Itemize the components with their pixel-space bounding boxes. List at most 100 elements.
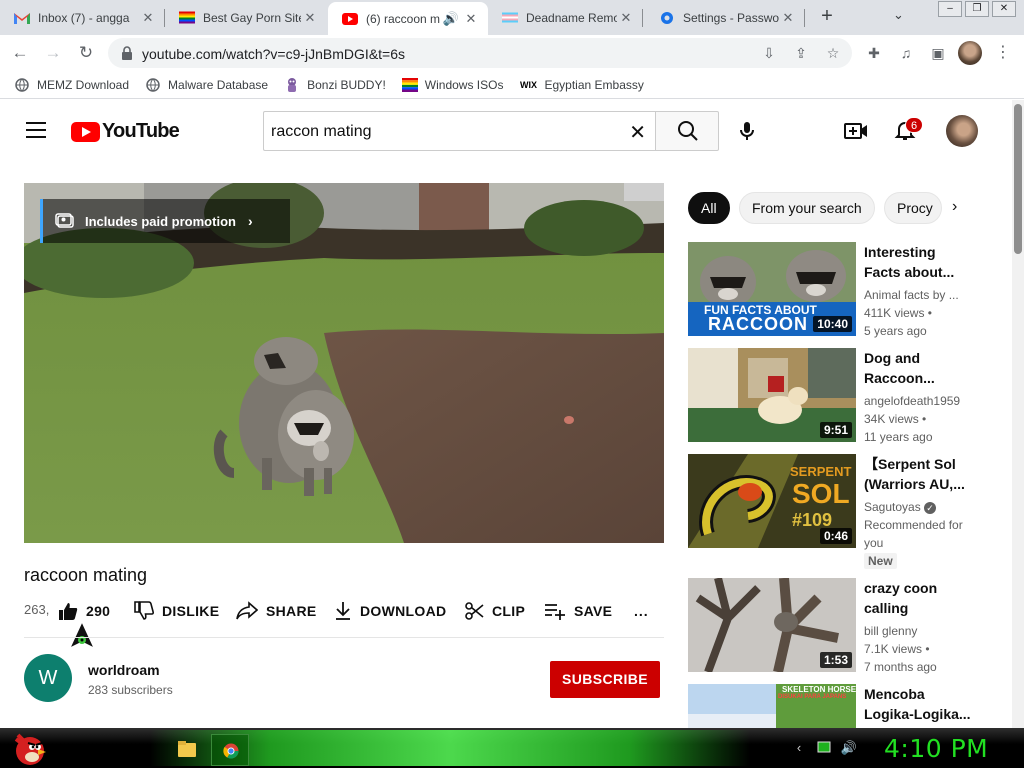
recommendation-item[interactable]: SKELETON HORSE DISUKAI PARA JAPANS Menco…: [688, 684, 988, 728]
chrome-taskbar-button[interactable]: [211, 734, 249, 766]
forward-button[interactable]: →: [41, 41, 65, 65]
recommendation-title[interactable]: Dog and Raccoon...: [864, 348, 974, 388]
tab-settings[interactable]: Settings - Passwo ✕: [645, 0, 805, 35]
address-bar[interactable]: youtube.com/watch?v=c9-jJnBmDGI&t=6s ⇩ ⇪…: [108, 38, 852, 68]
recommendation-reason: Recommended for: [864, 518, 963, 532]
thumbs-down-icon: [134, 601, 154, 620]
thumbnail-caption: DISUKAI PARA JAPANS: [778, 694, 847, 700]
recommendation-title[interactable]: Mencoba Logika-Logika...: [864, 684, 974, 724]
new-tab-button[interactable]: +: [815, 5, 839, 29]
profile-avatar[interactable]: [958, 41, 982, 65]
microphone-icon[interactable]: [736, 120, 758, 142]
media-control-icon[interactable]: ♫: [896, 43, 916, 63]
window-controls: – ❐ ✕: [935, 1, 1016, 17]
recommendation-channel[interactable]: bill glenny: [864, 622, 917, 640]
browser-menu-icon[interactable]: ⋮: [995, 42, 1011, 62]
recommendation-item[interactable]: SERPENT SOL #109 0:46 【Serpent Sol (Warri…: [688, 454, 988, 572]
video-thumbnail[interactable]: SKELETON HORSE DISUKAI PARA JAPANS: [688, 684, 856, 728]
channel-avatar[interactable]: W: [24, 654, 72, 702]
start-button-angry-bird-icon[interactable]: [8, 731, 48, 767]
create-video-icon[interactable]: [844, 120, 868, 142]
maximize-button[interactable]: ❐: [965, 1, 989, 17]
close-icon[interactable]: ✕: [617, 10, 635, 26]
battery-icon[interactable]: [816, 740, 834, 758]
bookmark-item[interactable]: WIX Egyptian Embassy: [519, 77, 644, 93]
volume-icon[interactable]: 🔊: [840, 740, 858, 758]
paid-promotion-banner[interactable]: Includes paid promotion ›: [40, 199, 290, 243]
channel-name[interactable]: worldroam: [88, 662, 160, 678]
taskbar-clock[interactable]: 4:10 PM: [884, 734, 988, 763]
bookmark-item[interactable]: Bonzi BUDDY!: [284, 77, 386, 93]
show-hidden-icons-chevron-icon[interactable]: ‹: [790, 740, 808, 758]
video-thumbnail[interactable]: SERPENT SOL #109 0:46: [688, 454, 856, 548]
chip-from-your-search[interactable]: From your search: [739, 192, 875, 224]
subscribe-button[interactable]: SUBSCRIBE: [550, 661, 660, 698]
back-button[interactable]: ←: [8, 41, 32, 65]
recommendation-title[interactable]: Interesting Facts about...: [864, 242, 974, 282]
bookmark-star-icon[interactable]: ☆: [824, 44, 842, 62]
bookmark-label: Malware Database: [168, 77, 269, 92]
recommendation-channel[interactable]: Animal facts by ...: [864, 286, 959, 304]
close-window-button[interactable]: ✕: [992, 1, 1016, 17]
file-explorer-icon[interactable]: [168, 734, 206, 766]
save-button[interactable]: SAVE: [544, 598, 612, 624]
reload-button[interactable]: ↻: [74, 41, 98, 65]
bookmark-item[interactable]: Windows ISOs: [401, 77, 503, 93]
clip-button[interactable]: CLIP: [464, 598, 525, 624]
share-button[interactable]: SHARE: [236, 598, 317, 624]
video-thumbnail[interactable]: 9:51: [688, 348, 856, 442]
close-icon[interactable]: ✕: [139, 10, 157, 26]
bookmark-label: MEMZ Download: [37, 77, 130, 92]
menu-icon[interactable]: [26, 122, 46, 138]
video-thumbnail[interactable]: 1:53: [688, 578, 856, 672]
globe-icon: [14, 77, 30, 93]
tab-gmail[interactable]: Inbox (7) - angga ✕: [0, 0, 165, 35]
recommendation-title[interactable]: crazy coon calling: [864, 578, 974, 618]
close-icon[interactable]: ✕: [779, 10, 797, 26]
search-button[interactable]: [655, 111, 719, 151]
page-scrollbar[interactable]: [1012, 100, 1024, 728]
dislike-button[interactable]: DISLIKE: [134, 598, 219, 624]
search-input[interactable]: raccon mating: [271, 123, 372, 141]
trans-flag-icon: [502, 10, 518, 26]
chip-procy[interactable]: Procy: [884, 192, 942, 224]
recommendation-item[interactable]: 9:51 Dog and Raccoon... angelofdeath1959 …: [688, 348, 988, 448]
chip-all[interactable]: All: [688, 192, 730, 224]
bookmark-item[interactable]: MEMZ Download: [14, 77, 129, 93]
extensions-icon[interactable]: ✚: [864, 43, 884, 63]
tab-best-site[interactable]: Best Gay Porn Site ✕: [165, 0, 327, 35]
recommendation-item[interactable]: 1:53 crazy coon calling bill glenny 7.1K …: [688, 578, 988, 678]
search-box[interactable]: raccon mating ✕: [263, 111, 656, 151]
globe-icon: [145, 77, 161, 93]
video-thumbnail[interactable]: FUN FACTS ABOUT RACCOON 10:40: [688, 242, 856, 336]
recommendation-channel[interactable]: Sagutoyas ✓: [864, 498, 937, 516]
divider: [24, 637, 664, 638]
recommendation-age: 5 years ago: [864, 324, 927, 338]
bookmark-item[interactable]: Malware Database: [145, 77, 268, 93]
scrollbar-thumb[interactable]: [1014, 104, 1022, 254]
side-panel-icon[interactable]: ▣: [928, 43, 948, 63]
wix-icon: WIX: [519, 79, 537, 90]
youtube-play-icon: [71, 121, 100, 142]
install-icon[interactable]: ⇩: [760, 44, 778, 62]
close-icon[interactable]: ✕: [462, 11, 480, 27]
more-actions-button[interactable]: ...: [634, 598, 649, 624]
tab-search-chevron-icon[interactable]: ⌄: [893, 7, 904, 23]
tab-deadname[interactable]: Deadname Remo ✕: [488, 0, 643, 35]
share-icon[interactable]: ⇪: [792, 44, 810, 62]
close-icon[interactable]: ✕: [301, 10, 319, 26]
browser-tabstrip: Inbox (7) - angga ✕ Best Gay Porn Site ✕…: [0, 0, 1024, 35]
clear-search-icon[interactable]: ✕: [629, 120, 646, 145]
speaker-icon[interactable]: 🔊: [442, 11, 460, 27]
chevron-right-icon[interactable]: ›: [952, 198, 957, 216]
recommendation-channel[interactable]: angelofdeath1959: [864, 392, 960, 410]
video-player[interactable]: Includes paid promotion ›: [24, 183, 664, 543]
tab-youtube-active[interactable]: (6) raccoon m 🔊 ✕: [328, 2, 488, 35]
recommendation-item[interactable]: FUN FACTS ABOUT RACCOON 10:40 Interestin…: [688, 242, 988, 342]
recommendation-title[interactable]: 【Serpent Sol (Warriors AU,...: [864, 454, 974, 494]
youtube-logo-text: YouTube: [102, 120, 180, 142]
minimize-button[interactable]: –: [938, 1, 962, 17]
download-button[interactable]: DOWNLOAD: [334, 598, 446, 624]
account-avatar[interactable]: [946, 115, 978, 147]
youtube-logo[interactable]: YouTube: [71, 120, 180, 143]
